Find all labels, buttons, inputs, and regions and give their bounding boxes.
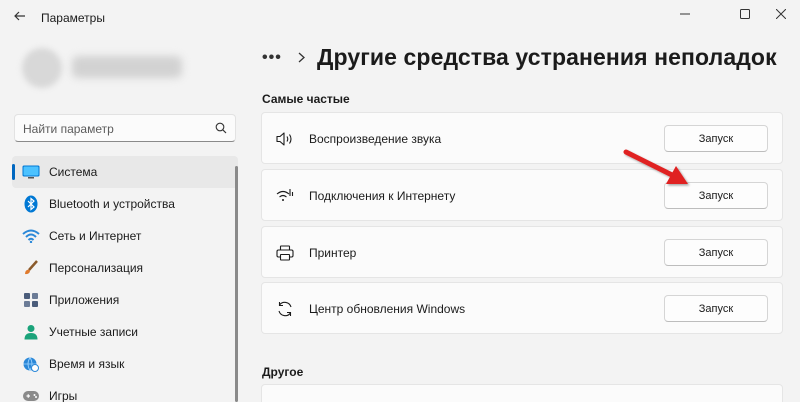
sidebar-item-gaming[interactable]: Игры bbox=[12, 380, 238, 402]
troubleshooter-card-audio: Воспроизведение звука Запуск bbox=[261, 112, 783, 164]
person-icon bbox=[22, 323, 40, 341]
maximize-icon bbox=[740, 9, 750, 19]
settings-window: Параметры Найти параметр Система Bluetoo… bbox=[0, 0, 800, 402]
search-icon[interactable] bbox=[215, 122, 227, 134]
troubleshooter-card-windows-update: Центр обновления Windows Запуск bbox=[261, 282, 783, 334]
gamepad-icon bbox=[22, 387, 40, 402]
search-input[interactable] bbox=[23, 120, 203, 138]
breadcrumb-more-button[interactable]: ••• bbox=[262, 49, 288, 67]
card-label: Воспроизведение звука bbox=[309, 132, 442, 146]
card-label: Принтер bbox=[309, 246, 357, 260]
apps-icon bbox=[22, 291, 40, 309]
app-title: Параметры bbox=[41, 11, 105, 25]
sidebar-item-network[interactable]: Сеть и Интернет bbox=[12, 220, 238, 252]
card-label: Подключения к Интернету bbox=[309, 189, 456, 203]
printer-icon bbox=[276, 244, 294, 262]
section-frequent-heading: Самые частые bbox=[262, 92, 350, 106]
sidebar-item-time-language[interactable]: Время и язык bbox=[12, 348, 238, 380]
card-label: Центр обновления Windows bbox=[309, 302, 466, 316]
close-icon bbox=[776, 9, 786, 19]
sidebar-item-label: Персонализация bbox=[49, 261, 144, 275]
section-other-heading: Другое bbox=[262, 365, 304, 379]
sidebar-scrollbar[interactable] bbox=[235, 166, 238, 402]
sidebar-item-apps[interactable]: Приложения bbox=[12, 284, 238, 316]
back-arrow-icon bbox=[14, 11, 25, 21]
sidebar-item-label: Приложения bbox=[49, 293, 120, 307]
sidebar-item-label: Учетные записи bbox=[49, 325, 138, 339]
sidebar-nav: Система Bluetooth и устройства Сеть и Ин… bbox=[12, 156, 238, 402]
search-box[interactable] bbox=[14, 114, 236, 142]
sidebar-item-label: Время и язык bbox=[49, 357, 125, 371]
close-button[interactable] bbox=[758, 0, 800, 28]
page-title: Другие средства устранения неполадок bbox=[317, 44, 777, 70]
back-button[interactable] bbox=[8, 6, 32, 26]
sidebar-item-accounts[interactable]: Учетные записи bbox=[12, 316, 238, 348]
sync-icon bbox=[276, 300, 294, 318]
chevron-right-icon bbox=[298, 50, 305, 66]
minimize-button[interactable] bbox=[662, 0, 708, 28]
sidebar-item-label: Игры bbox=[49, 389, 78, 402]
troubleshooter-card-other bbox=[261, 384, 783, 402]
sidebar-item-label: Bluetooth и устройства bbox=[49, 197, 175, 211]
breadcrumb: ••• Другие средства устранения неполадок bbox=[262, 44, 777, 71]
sidebar-item-system[interactable]: Система bbox=[12, 156, 238, 188]
title-bar: Параметры bbox=[0, 0, 800, 32]
troubleshooter-card-internet: Подключения к Интернету Запуск bbox=[261, 169, 783, 221]
bluetooth-icon bbox=[22, 195, 40, 213]
run-internet-troubleshooter-button[interactable]: Запуск bbox=[664, 182, 768, 209]
globe-clock-icon bbox=[22, 355, 40, 373]
profile-name-blurred bbox=[72, 56, 182, 78]
sidebar-item-personalization[interactable]: Персонализация bbox=[12, 252, 238, 284]
wifi-signal-icon bbox=[276, 187, 294, 205]
sidebar-item-label: Система bbox=[49, 165, 98, 179]
sidebar-item-bluetooth[interactable]: Bluetooth и устройства bbox=[12, 188, 238, 220]
avatar[interactable] bbox=[22, 48, 62, 88]
system-icon bbox=[22, 163, 40, 181]
speaker-icon bbox=[276, 130, 294, 148]
troubleshooter-card-printer: Принтер Запуск bbox=[261, 226, 783, 278]
minimize-icon bbox=[680, 13, 690, 15]
sidebar-item-label: Сеть и Интернет bbox=[49, 229, 142, 243]
run-windows-update-troubleshooter-button[interactable]: Запуск bbox=[664, 295, 768, 322]
run-audio-troubleshooter-button[interactable]: Запуск bbox=[664, 125, 768, 152]
run-printer-troubleshooter-button[interactable]: Запуск bbox=[664, 239, 768, 266]
wifi-icon bbox=[22, 227, 40, 245]
brush-icon bbox=[22, 259, 40, 277]
